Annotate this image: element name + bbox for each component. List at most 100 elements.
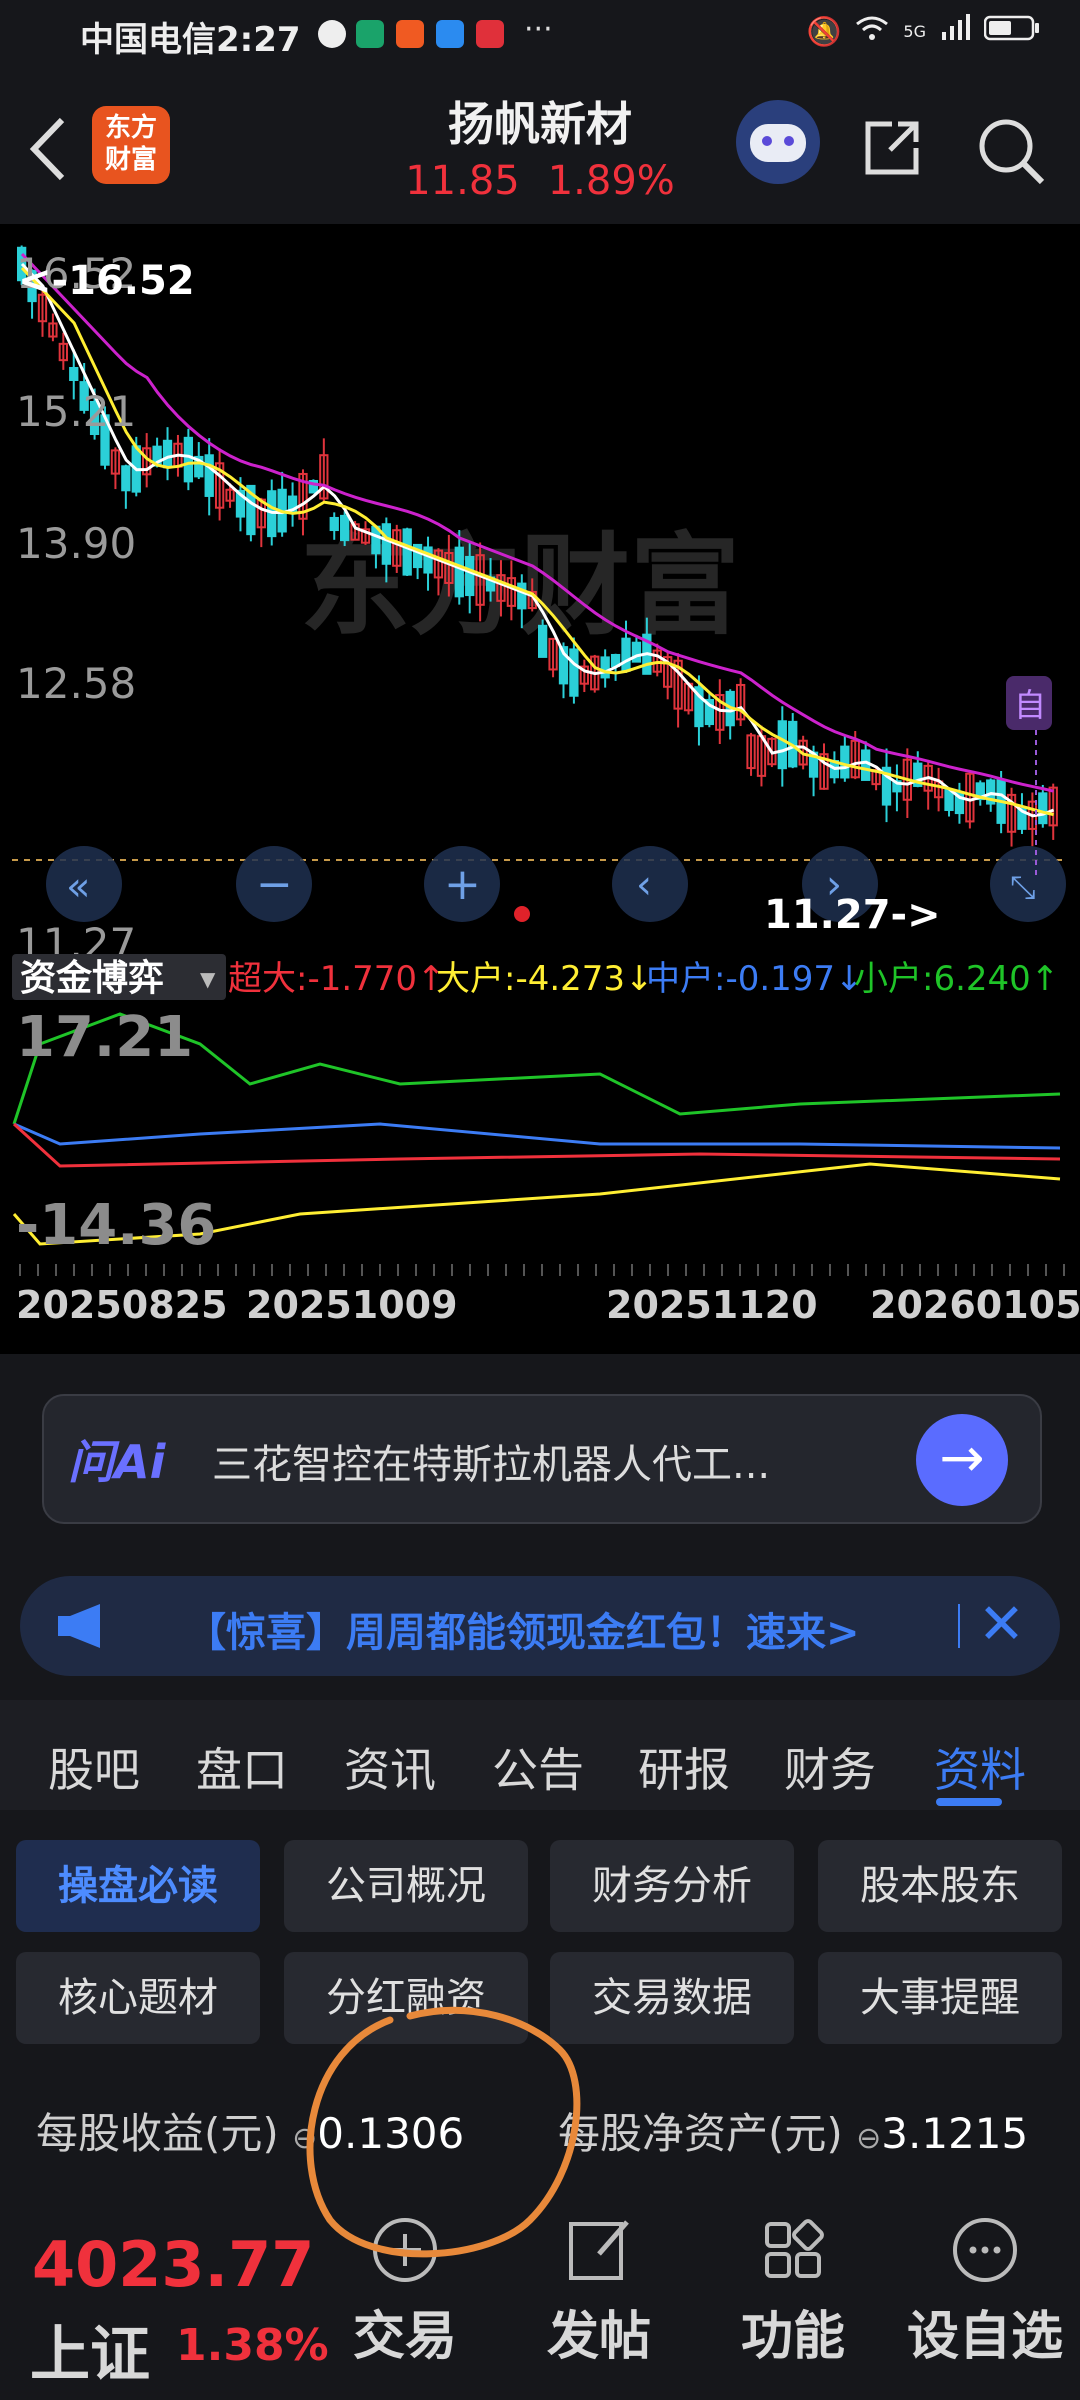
candle (69, 366, 79, 382)
nav-functions[interactable]: 功能 (708, 2210, 878, 2369)
candle (777, 720, 787, 770)
index-change-pct: 1.38% (176, 2320, 329, 2371)
active-tab-indicator (936, 1798, 1002, 1806)
candle (340, 514, 350, 542)
app-icon (356, 20, 384, 48)
svg-text:自: 自 (1014, 686, 1046, 724)
ai-assistant-avatar[interactable] (736, 100, 820, 184)
status-carrier-time: 中国电信2:27 (80, 20, 301, 60)
svg-text:‹: ‹ (636, 862, 652, 908)
nav-add-watchlist[interactable]: 设自选 (900, 2210, 1070, 2369)
ai-go-button[interactable]: → (916, 1414, 1008, 1506)
svg-text:中户:-0.197↓: 中户:-0.197↓ (646, 959, 864, 999)
candle (600, 656, 610, 679)
stock-price: 11.85 (405, 158, 520, 204)
candle (204, 454, 214, 497)
candle (454, 546, 464, 598)
status-right: 🔕 5G (807, 14, 1040, 49)
candle (840, 745, 850, 779)
tab-research[interactable]: 研报 (638, 1734, 730, 1800)
fund-flow-line (13, 1122, 1061, 1150)
index-value[interactable]: 4023.77 (32, 2228, 314, 2301)
svg-text:20250825: 20250825 (16, 1283, 228, 1327)
btn-trading-essentials[interactable]: 操盘必读 (16, 1840, 260, 1932)
svg-text:-14.36: -14.36 (16, 1193, 216, 1258)
hand-drawn-annotation (306, 2006, 581, 2258)
candle (329, 516, 339, 532)
stock-change-pct: 1.89% (547, 158, 675, 204)
tab-finance[interactable]: 财务 (784, 1734, 876, 1800)
cloud-icon (436, 20, 464, 48)
mute-icon: 🔕 (806, 15, 842, 48)
app-icon (476, 20, 504, 48)
btn-company-overview[interactable]: 公司概况 (284, 1840, 528, 1932)
page-indicator (514, 906, 530, 922)
candle (538, 624, 548, 658)
kline-svg[interactable]: 东方财富 16.5215.2113.9012.5811.27 « − + ‹ ›… (0, 224, 1080, 1354)
info-tabs: 股吧 盘口 资讯 公告 研报 财务 资料 (0, 1700, 1080, 1810)
stock-header: 东方 财富 扬帆新材 11.85 1.89% (0, 74, 1080, 224)
share-icon[interactable] (862, 118, 922, 178)
search-icon[interactable] (976, 116, 1046, 186)
candle (121, 465, 131, 492)
network-label: 5G (903, 22, 926, 41)
grid-icon (765, 2219, 824, 2278)
btn-financial-analysis[interactable]: 财务分析 (550, 1840, 794, 1932)
y-axis-label: 15.21 (16, 387, 136, 436)
candle (402, 528, 412, 576)
candle (861, 749, 871, 781)
svg-text:<-16.52: <-16.52 (18, 258, 195, 304)
bvps-value: 3.1215 (881, 2109, 1029, 2158)
candle (381, 523, 391, 565)
tab-guba[interactable]: 股吧 (48, 1734, 140, 1800)
svg-text:«: « (66, 864, 90, 910)
svg-text:+: + (444, 859, 481, 910)
wifi-icon (855, 14, 889, 49)
candle (423, 546, 433, 574)
tab-announcements[interactable]: 公告 (492, 1734, 584, 1800)
app-icon (396, 20, 424, 48)
svg-text:17.21: 17.21 (16, 1005, 193, 1070)
svg-text:−: − (256, 859, 293, 910)
svg-text:资金博弈: 资金博弈 (20, 957, 164, 999)
more-icon (953, 2218, 1017, 2282)
svg-text:大户:-4.273↓: 大户:-4.273↓ (436, 959, 654, 999)
btn-shareholders[interactable]: 股本股东 (818, 1840, 1062, 1932)
candle (621, 637, 631, 672)
tab-news[interactable]: 资讯 (344, 1734, 436, 1800)
svg-text:20260105: 20260105 (870, 1283, 1080, 1327)
promo-banner[interactable]: 【惊喜】周周都能领现金红包！速来> ✕ (20, 1576, 1060, 1676)
ai-question-box[interactable]: 问Ai 三花智控在特斯拉机器人代工... → (42, 1394, 1042, 1524)
tab-profile[interactable]: 资料 (934, 1734, 1026, 1800)
status-bar: 中国电信2:27 ··· 🔕 5G (0, 0, 1080, 74)
promo-text[interactable]: 【惊喜】周周都能领现金红包！速来> (186, 1600, 860, 1658)
ai-suggestion-text[interactable]: 三花智控在特斯拉机器人代工... (212, 1432, 770, 1490)
tab-pankou[interactable]: 盘口 (196, 1734, 288, 1800)
index-name[interactable]: 上证 (30, 2306, 150, 2393)
y-axis-label: 13.90 (16, 519, 136, 568)
svg-text:20251120: 20251120 (606, 1283, 818, 1327)
ai-logo: 问Ai (68, 1435, 166, 1489)
btn-core-themes[interactable]: 核心题材 (16, 1952, 260, 2044)
y-axis-label: 12.58 (16, 659, 136, 708)
info-icon[interactable]: ⊖ (856, 2121, 881, 2156)
candle (162, 439, 173, 469)
svg-text:小户:6.240↑: 小户:6.240↑ (854, 959, 1059, 999)
svg-text:20251009: 20251009 (246, 1283, 458, 1327)
btn-event-reminders[interactable]: 大事提醒 (818, 1952, 1062, 2044)
megaphone-icon (56, 1602, 112, 1661)
svg-text:▼: ▼ (200, 967, 216, 991)
close-icon[interactable]: ✕ (978, 1592, 1025, 1657)
kline-chart[interactable]: 东方财富 16.5215.2113.9012.5811.27 « − + ‹ ›… (0, 224, 1080, 1354)
candle (183, 436, 194, 483)
svg-text:⤡: ⤡ (1010, 868, 1036, 906)
svg-text:超大:-1.770↑: 超大:-1.770↑ (228, 959, 446, 999)
candle (569, 648, 579, 697)
signal-icon (940, 14, 970, 49)
candle (465, 555, 475, 597)
eps-label: 每股收益(元) (36, 2109, 279, 2158)
candle (1038, 792, 1048, 825)
svg-text:11.27->: 11.27-> (764, 892, 941, 938)
battery-icon (983, 14, 1040, 49)
more-notifications: ··· (524, 12, 553, 47)
